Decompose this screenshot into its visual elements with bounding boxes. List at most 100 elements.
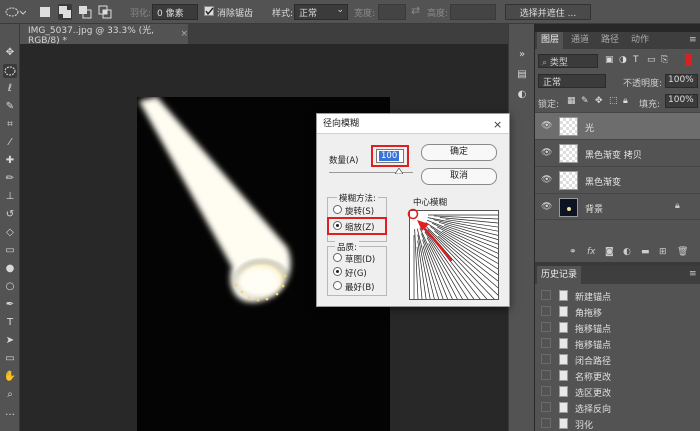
link-layers-icon[interactable]: ⚭ [569,247,577,257]
healing-brush-tool-icon[interactable]: ✚ [3,154,17,168]
history-checkbox[interactable] [541,370,551,380]
properties-panel-icon[interactable]: ▤ [515,68,529,82]
antialias-checkbox[interactable] [204,6,214,16]
height-input[interactable] [450,4,496,20]
history-checkbox[interactable] [541,354,551,364]
history-item[interactable]: 新建锚点 [535,288,700,303]
tab-actions[interactable]: 动作 [627,32,653,49]
select-and-mask-button[interactable]: 选择并遮住 ... [505,4,591,20]
document-tab[interactable]: IMG_5037..jpg @ 33.3% (光, RGB/8) * × [20,24,188,46]
quality-good-radio[interactable] [333,267,342,276]
history-brush-tool-icon[interactable]: ↺ [3,208,17,222]
layer-row[interactable]: 👁︎ 黑色渐变 拷贝 [535,139,700,166]
visibility-eye-icon[interactable]: 👁︎ [541,121,552,131]
subtract-selection-icon[interactable] [78,4,92,20]
layer-row[interactable]: 👁︎ 光 [535,112,700,139]
style-select[interactable]: 正常 ⌄ [294,4,348,20]
gradient-tool-icon[interactable]: ▭ [3,244,17,258]
tab-paths[interactable]: 路径 [597,32,623,49]
quality-best-radio[interactable] [333,281,342,290]
layer-row[interactable]: 👁︎ 黑色渐变 [535,166,700,193]
move-tool-icon[interactable]: ✥ [3,46,17,60]
filter-shape-icon[interactable]: ▭ [647,55,656,65]
stamp-tool-icon[interactable]: ⊥ [3,190,17,204]
filter-adjustment-icon[interactable]: ◑ [619,55,627,65]
more-tools-icon[interactable]: … [3,406,17,420]
shape-tool-icon[interactable]: ▭ [3,352,17,366]
layer-kind-filter[interactable]: ⌕ 类型 [538,54,598,68]
ok-button[interactable]: 确定 [421,144,497,161]
history-item[interactable]: 名称更改 [535,368,700,383]
method-spin-radio[interactable] [333,205,342,214]
history-checkbox[interactable] [541,418,551,428]
swap-icon[interactable]: ⇄ [411,4,420,17]
add-mask-icon[interactable]: ◙ [605,247,614,257]
width-input[interactable] [378,4,406,20]
history-item[interactable]: 选区更改 [535,384,700,399]
new-selection-icon[interactable] [38,4,52,20]
close-document-icon[interactable]: × [180,29,188,39]
visibility-eye-icon[interactable]: 👁︎ [541,175,552,185]
panel-menu-icon[interactable]: ≡ [689,35,697,45]
lock-position-icon[interactable]: ✥ [595,96,603,106]
history-checkbox[interactable] [541,338,551,348]
eyedropper-tool-icon[interactable]: ⁄ [3,136,17,150]
lock-artboard-icon[interactable]: ⬚ [609,96,618,106]
adjustments-panel-icon[interactable]: ◐ [515,88,529,102]
history-item[interactable]: 拖移锚点 [535,336,700,351]
layer-style-icon[interactable]: fx [587,247,596,257]
history-checkbox[interactable] [541,322,551,332]
lock-pixels-icon[interactable]: ✎ [581,96,589,106]
zoom-tool-icon[interactable]: ⌕ [3,388,17,402]
filter-toggle[interactable] [685,54,692,66]
path-select-tool-icon[interactable]: ➤ [3,334,17,348]
history-checkbox[interactable] [541,306,551,316]
history-item[interactable]: 拖移锚点 [535,320,700,335]
feather-input[interactable]: 0 像素 [152,4,198,20]
amount-slider-handle[interactable] [395,168,403,174]
tab-layers[interactable]: 图层 [537,32,564,49]
new-group-icon[interactable]: ▬ [641,247,650,257]
history-item[interactable]: 选择反向 [535,400,700,415]
filter-type-icon[interactable]: T [633,55,639,65]
tab-channels[interactable]: 通道 [567,32,593,49]
visibility-eye-icon[interactable]: 👁︎ [541,202,552,212]
lock-all-icon[interactable]: 🔒︎ [623,96,628,106]
pen-tool-icon[interactable]: ✒ [3,298,17,312]
layer-row[interactable]: 👁︎ 背景 🔒︎ [535,193,700,220]
tool-preset-picker[interactable] [4,4,27,20]
history-checkbox[interactable] [541,402,551,412]
add-selection-icon[interactable] [58,4,72,20]
close-icon[interactable]: × [493,118,502,131]
history-checkbox[interactable] [541,386,551,396]
visibility-eye-icon[interactable]: 👁︎ [541,148,552,158]
adjustment-layer-icon[interactable]: ◐ [623,247,631,257]
filter-pixel-icon[interactable]: ▣ [605,55,614,65]
cancel-button[interactable]: 取消 [421,168,497,185]
fill-input[interactable]: 100% [665,94,698,108]
marquee-tool-icon[interactable] [3,64,17,78]
eraser-tool-icon[interactable]: ◇ [3,226,17,240]
intersect-selection-icon[interactable] [98,4,112,20]
trash-icon[interactable]: 🗑︎ [677,247,688,257]
lock-transparent-icon[interactable]: ▦ [567,96,576,106]
type-tool-icon[interactable]: T [3,316,17,330]
panel-collapse-icon[interactable]: » [515,48,529,62]
filter-smart-icon[interactable]: ⎘ [661,55,668,65]
quick-select-tool-icon[interactable]: ✎ [3,100,17,114]
dodge-tool-icon[interactable]: ○ [3,280,17,294]
tab-history[interactable]: 历史记录 [537,266,582,284]
lasso-tool-icon[interactable]: ℓ [3,82,17,96]
blend-mode-select[interactable]: 正常 [538,74,606,88]
panel-menu-icon[interactable]: ≡ [689,269,697,279]
brush-tool-icon[interactable]: ✏ [3,172,17,186]
blur-tool-icon[interactable]: ● [3,262,17,276]
history-item[interactable]: 羽化 [535,416,700,431]
history-item[interactable]: 闭合路径 [535,352,700,367]
crop-tool-icon[interactable]: ⌗ [3,118,17,132]
hand-tool-icon[interactable]: ✋ [3,370,17,384]
quality-draft-radio[interactable] [333,253,342,262]
history-item[interactable]: 角拖移 [535,304,700,319]
method-zoom-radio[interactable] [333,221,342,230]
new-layer-icon[interactable]: ⊞ [659,247,667,257]
